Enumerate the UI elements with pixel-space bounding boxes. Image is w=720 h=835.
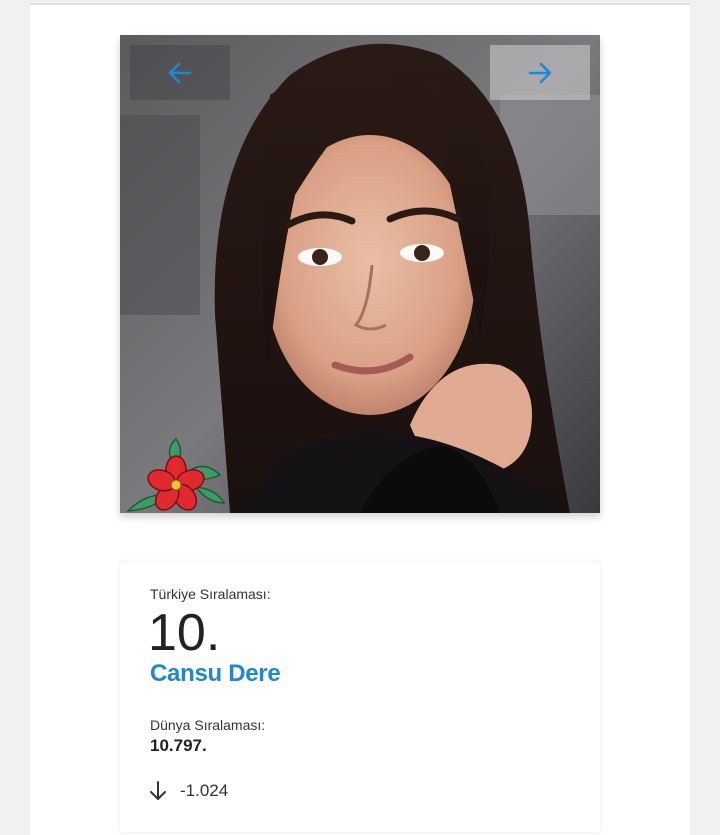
world-rank-label: Dünya Sıralaması: [150, 717, 266, 733]
rank-change: -1.024 [148, 780, 228, 802]
carousel-prev-button[interactable] [130, 45, 230, 100]
arrow-down-icon [150, 781, 166, 800]
turkey-rank-value: 10. [148, 604, 221, 662]
person-name-link[interactable]: Cansu Dere [150, 660, 281, 688]
carousel-next-button[interactable] [490, 45, 590, 100]
arrow-left-icon [168, 62, 192, 83]
arrow-right-icon [528, 62, 552, 83]
ranking-card: Türkiye Sıralaması: 10. Cansu Dere Dünya… [120, 562, 600, 832]
rank-change-value: -1.024 [180, 781, 229, 800]
photo-carousel[interactable] [120, 35, 600, 513]
turkey-rank-label: Türkiye Sıralaması: [150, 586, 271, 602]
red-flower-icon [126, 437, 226, 512]
world-rank-value: 10.797. [150, 736, 207, 755]
